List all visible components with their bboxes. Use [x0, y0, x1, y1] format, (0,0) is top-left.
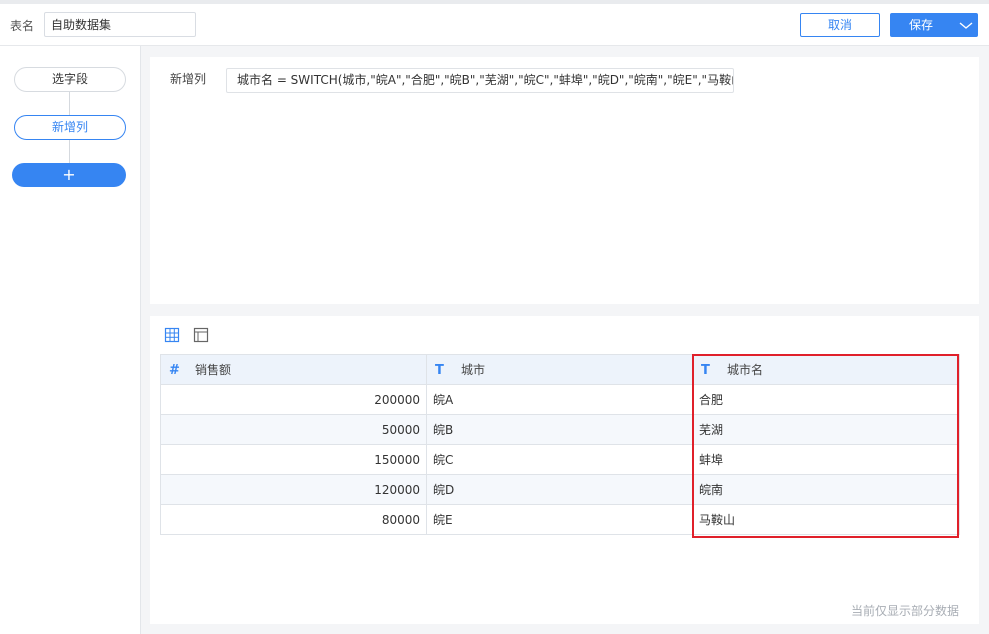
partial-data-note: 当前仅显示部分数据 — [850, 604, 959, 618]
table-cell: 皖C — [426, 444, 693, 475]
column-header-label: 销售额 — [195, 363, 232, 377]
formula-panel: 新增列 城市名 = SWITCH(城市,"皖A","合肥","皖B","芜湖",… — [150, 57, 979, 304]
flow-connector — [69, 92, 70, 116]
table-cell: 80000 — [160, 504, 427, 535]
table-cell: 合肥 — [692, 384, 960, 415]
table-header-row: # 销售额 T 城市 T 城市名 — [160, 354, 960, 385]
add-step-button[interactable]: + — [12, 163, 126, 187]
column-header-sales[interactable]: # 销售额 — [160, 354, 427, 385]
table-row: 120000 皖D 皖南 — [160, 474, 960, 505]
formula-label: 新增列 — [170, 72, 207, 86]
table-cell: 120000 — [160, 474, 427, 505]
save-button-label: 保存 — [908, 18, 933, 32]
table-cell: 蚌埠 — [692, 444, 960, 475]
header-bar: 表名 取消 保存 — [0, 4, 989, 46]
table-row: 150000 皖C 蚌埠 — [160, 444, 960, 475]
chevron-down-icon[interactable] — [954, 13, 978, 37]
table-cell: 50000 — [160, 414, 427, 445]
step-sidebar: 选字段 新增列 + — [0, 46, 141, 634]
save-button[interactable]: 保存 — [890, 13, 978, 37]
flow-connector — [69, 140, 70, 163]
text-type-icon: T — [435, 363, 444, 378]
cancel-button[interactable]: 取消 — [800, 13, 880, 37]
table-cell: 200000 — [160, 384, 427, 415]
table-row: 50000 皖B 芜湖 — [160, 414, 960, 445]
preview-panel: # 销售额 T 城市 T 城市名 200000 皖A 合肥 50000 皖B 芜湖 1… — [150, 316, 979, 624]
step-add-column[interactable]: 新增列 — [14, 115, 126, 140]
table-name-input[interactable] — [44, 12, 196, 37]
table-cell: 皖E — [426, 504, 693, 535]
layout-view-icon[interactable] — [193, 327, 209, 343]
step-select-fields[interactable]: 选字段 — [14, 67, 126, 92]
text-type-icon: T — [701, 363, 710, 378]
table-cell: 芜湖 — [692, 414, 960, 445]
table-cell: 马鞍山 — [692, 504, 960, 535]
formula-expression[interactable]: 城市名 = SWITCH(城市,"皖A","合肥","皖B","芜湖","皖C"… — [226, 68, 734, 93]
table-cell: 皖A — [426, 384, 693, 415]
table-cell: 150000 — [160, 444, 427, 475]
column-header-city[interactable]: T 城市 — [426, 354, 693, 385]
preview-table: # 销售额 T 城市 T 城市名 200000 皖A 合肥 50000 皖B 芜湖 1… — [160, 354, 960, 535]
table-cell: 皖D — [426, 474, 693, 505]
table-cell: 皖南 — [692, 474, 960, 505]
table-row: 80000 皖E 马鞍山 — [160, 504, 960, 535]
table-cell: 皖B — [426, 414, 693, 445]
column-header-label: 城市名 — [727, 363, 764, 377]
table-view-icon[interactable] — [164, 327, 180, 343]
column-header-city-name[interactable]: T 城市名 — [692, 354, 960, 385]
number-type-icon: # — [169, 363, 180, 378]
column-header-label: 城市 — [461, 363, 486, 377]
table-name-label: 表名 — [10, 19, 35, 33]
table-row: 200000 皖A 合肥 — [160, 384, 960, 415]
